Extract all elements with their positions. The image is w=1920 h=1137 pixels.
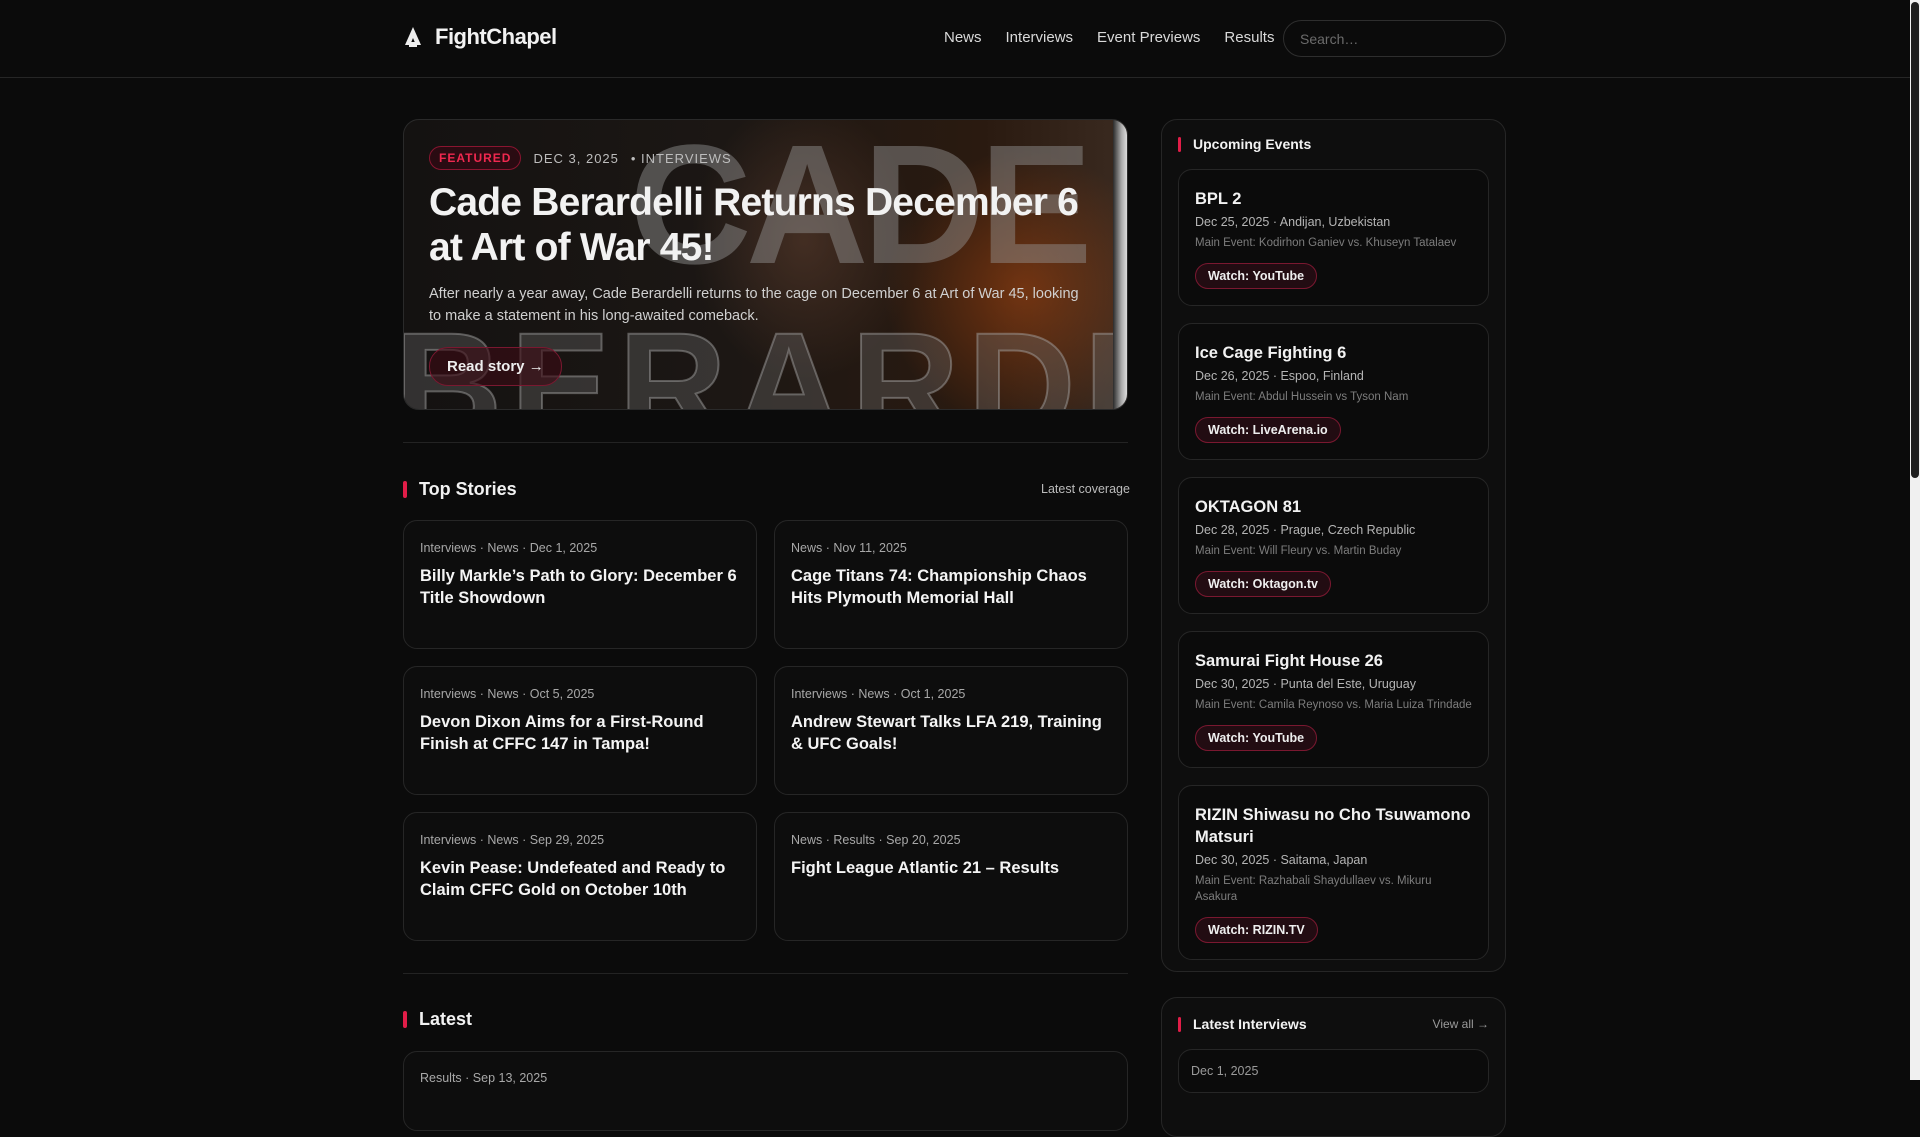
interview-date: Dec 1, 2025 (1191, 1064, 1259, 1078)
logo[interactable]: FightChapel (403, 24, 557, 50)
section-latest: Latest (403, 1009, 472, 1030)
event-date-location: Dec 28, 2025 · Prague, Czech Republic (1195, 523, 1416, 537)
latest-coverage-label: Latest coverage (1041, 482, 1130, 496)
event-title[interactable]: Ice Cage Fighting 6 (1195, 342, 1472, 364)
scrollbar-thumb[interactable] (1911, 2, 1919, 478)
latest-interviews-header: Latest Interviews View all → (1178, 1016, 1489, 1032)
latest-interviews-panel: Latest Interviews View all → Dec 1, 2025 (1161, 997, 1506, 1137)
story-title[interactable]: Cage Titans 74: Championship Chaos Hits … (791, 565, 1111, 609)
story-card[interactable]: Interviews · News · Dec 1, 2025 Billy Mar… (403, 520, 757, 649)
event-date-location: Dec 26, 2025 · Espoo, Finland (1195, 369, 1364, 383)
story-title[interactable]: Fight League Atlantic 21 – Results (791, 857, 1111, 879)
event-main-event: Main Event: Kodirhon Ganiev vs. Khuseyn … (1195, 237, 1457, 249)
featured-hero[interactable]: CADE BERARDELLI FEATURED DEC 3, 2025 • I… (403, 119, 1128, 410)
logo-icon (405, 27, 421, 47)
event-card[interactable]: Samurai Fight House 26 Dec 30, 2025 · Pun… (1178, 631, 1489, 768)
section-title: Top Stories (419, 479, 517, 499)
accent-bar (403, 481, 407, 498)
nav-interviews[interactable]: Interviews (1006, 29, 1074, 46)
search-input[interactable] (1283, 20, 1506, 57)
event-date-location: Dec 30, 2025 · Saitama, Japan (1195, 853, 1368, 867)
story-card[interactable]: Interviews · News · Oct 1, 2025 Andrew St… (774, 666, 1128, 795)
brand-name: FightChapel (435, 24, 557, 49)
interview-card[interactable]: Dec 1, 2025 (1178, 1049, 1489, 1093)
event-card[interactable]: BPL 2 Dec 25, 2025 · Andijan, Uzbekistan M… (1178, 169, 1489, 306)
section-title: Latest (419, 1009, 473, 1029)
read-story-button[interactable]: Read story → (429, 347, 562, 386)
event-card[interactable]: Ice Cage Fighting 6 Dec 26, 2025 · Espoo,… (1178, 323, 1489, 460)
event-date-location: Dec 30, 2025 · Punta del Este, Uruguay (1195, 677, 1416, 691)
event-card[interactable]: OKTAGON 81 Dec 28, 2025 · Prague, Czech R… (1178, 477, 1489, 614)
divider (403, 442, 1128, 443)
event-main-event: Main Event: Camila Reynoso vs. Maria Lui… (1195, 699, 1472, 711)
story-title[interactable]: Devon Dixon Aims for a First-Round Finis… (420, 711, 740, 755)
story-title[interactable]: Andrew Stewart Talks LFA 219, Training &… (791, 711, 1111, 755)
hero-category[interactable]: • INTERVIEWS (631, 151, 732, 166)
panel-title: Upcoming Events (1193, 136, 1312, 152)
story-meta: News · Nov 11, 2025 (791, 541, 907, 555)
story-card[interactable]: Interviews · News · Sep 29, 2025 Kevin Pe… (403, 812, 757, 941)
hero-title[interactable]: Cade Berardelli Returns December 6 at Ar… (429, 180, 1087, 270)
accent-bar (403, 1011, 407, 1028)
event-title[interactable]: RIZIN Shiwasu no Cho Tsuwamono Matsuri (1195, 804, 1472, 848)
main-nav: News Interviews Event Previews Results (944, 29, 1274, 46)
watch-button[interactable]: Watch: Oktagon.tv (1195, 571, 1331, 597)
upcoming-events-header: Upcoming Events (1178, 136, 1489, 152)
event-main-event: Main Event: Razhabali Shaydullaev vs. Mi… (1195, 875, 1432, 903)
event-card[interactable]: RIZIN Shiwasu no Cho Tsuwamono Matsuri De… (1178, 785, 1489, 960)
story-meta: Results · Sep 13, 2025 (420, 1071, 548, 1085)
accent-bar (1178, 136, 1181, 152)
story-meta: Interviews · News · Dec 1, 2025 (420, 541, 598, 555)
event-date-location: Dec 25, 2025 · Andijan, Uzbekistan (1195, 215, 1391, 229)
featured-badge: FEATURED (429, 146, 522, 170)
watch-button[interactable]: Watch: LiveArena.io (1195, 417, 1341, 443)
story-title[interactable]: Billy Markle’s Path to Glory: December 6… (420, 565, 740, 609)
watch-button[interactable]: Watch: YouTube (1195, 725, 1318, 751)
event-title[interactable]: OKTAGON 81 (1195, 496, 1472, 518)
latest-card[interactable]: Results · Sep 13, 2025 (403, 1051, 1128, 1131)
story-card[interactable]: Interviews · News · Oct 5, 2025 Devon Dix… (403, 666, 757, 795)
upcoming-events-panel: Upcoming Events BPL 2 Dec 25, 2025 · Andi… (1161, 119, 1506, 972)
event-main-event: Main Event: Abdul Hussein vs Tyson Nam (1195, 391, 1409, 403)
hero-date: DEC 3, 2025 (533, 150, 619, 166)
view-all-link[interactable]: View all → (1433, 1017, 1489, 1031)
story-title[interactable]: Kevin Pease: Undefeated and Ready to Cla… (420, 857, 740, 901)
watch-button[interactable]: Watch: RIZIN.TV (1195, 917, 1318, 943)
event-main-event: Main Event: Will Fleury vs. Martin Buday (1195, 545, 1402, 557)
scrollbar[interactable] (1910, 0, 1920, 1080)
divider (403, 973, 1128, 974)
story-card[interactable]: News · Results · Sep 20, 2025 Fight Leagu… (774, 812, 1128, 941)
site-header: FightChapel News Interviews Event Previe… (0, 0, 1910, 78)
story-meta: Interviews · News · Oct 1, 2025 (791, 687, 966, 701)
story-meta: Interviews · News · Sep 29, 2025 (420, 833, 605, 847)
event-title[interactable]: BPL 2 (1195, 188, 1472, 210)
story-meta: Interviews · News · Oct 5, 2025 (420, 687, 595, 701)
nav-news[interactable]: News (944, 29, 982, 46)
hero-description: After nearly a year away, Cade Berardell… (429, 286, 1079, 324)
nav-event-previews[interactable]: Event Previews (1097, 29, 1200, 46)
accent-bar (1178, 1016, 1181, 1032)
panel-title: Latest Interviews (1193, 1016, 1307, 1032)
watch-button[interactable]: Watch: YouTube (1195, 263, 1318, 289)
section-top-stories: Top Stories (403, 479, 517, 500)
nav-results[interactable]: Results (1224, 29, 1274, 46)
event-title[interactable]: Samurai Fight House 26 (1195, 650, 1472, 672)
story-card[interactable]: News · Nov 11, 2025 Cage Titans 74: Champ… (774, 520, 1128, 649)
story-meta: News · Results · Sep 20, 2025 (791, 833, 961, 847)
